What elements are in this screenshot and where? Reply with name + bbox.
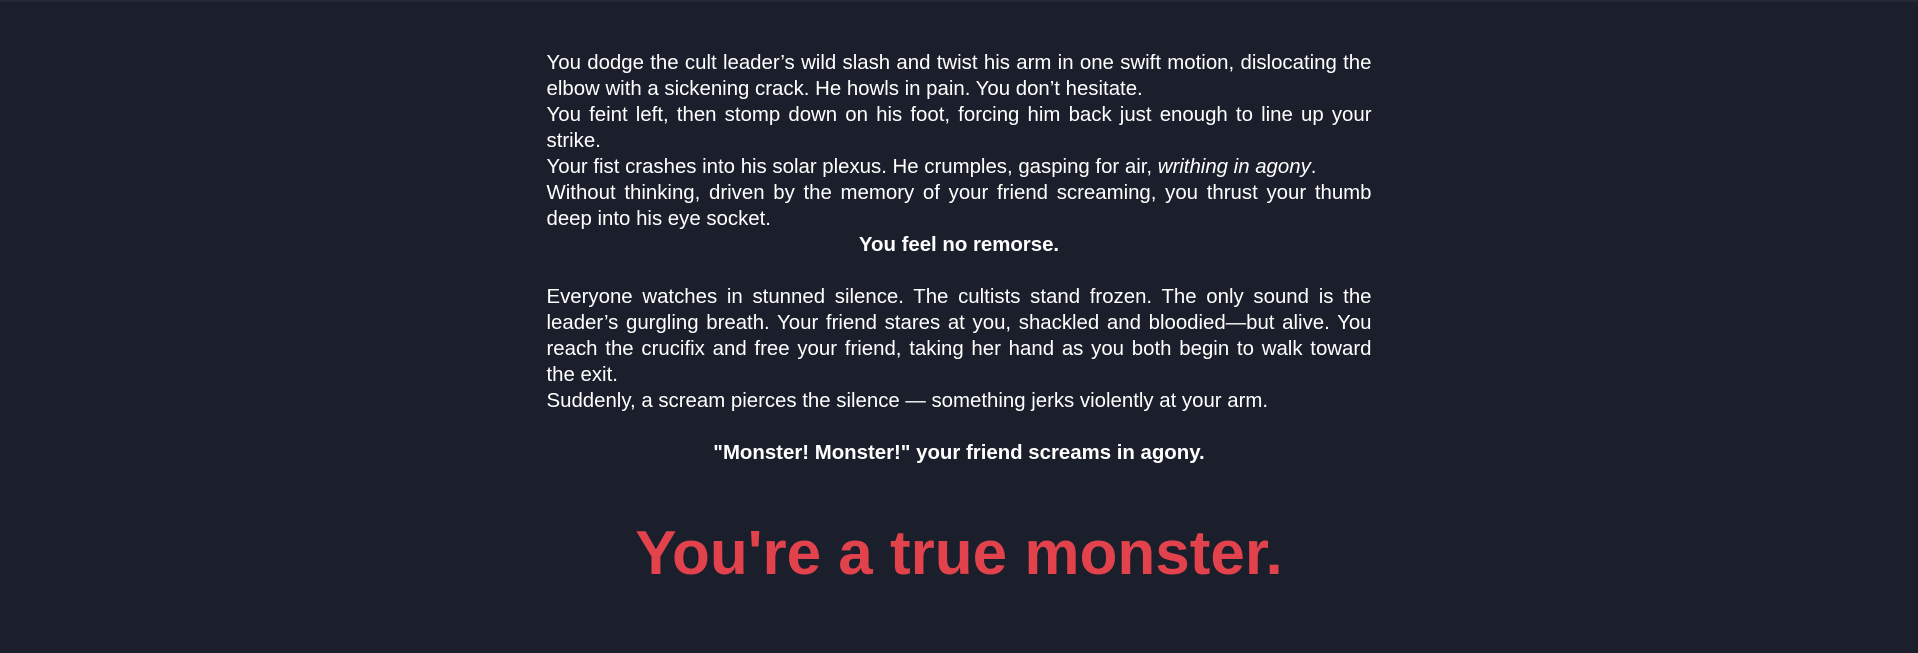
- story-paragraph-3-emphasis: writhing in agony: [1157, 156, 1311, 178]
- story-paragraph-3-end: .: [1310, 156, 1317, 178]
- paragraph-gap-2: [547, 414, 1372, 440]
- story-paragraph-6: Suddenly, a scream pierces the silence —…: [546, 390, 1269, 412]
- friend-scream-line: "Monster! Monster!" your friend screams …: [713, 442, 1205, 464]
- story-paragraph-3: Your fist crashes into his solar plexus.…: [547, 154, 1372, 180]
- story-paragraph-3-start: Your fist crashes into his solar plexus.…: [546, 156, 1158, 178]
- story-paragraph-1: You dodge the cult leader’s wild slash a…: [546, 52, 1372, 100]
- story-paragraph-4: Without thinking, driven by the memory o…: [546, 182, 1372, 230]
- story-paragraph-2: You feint left, then stomp down on his f…: [546, 104, 1372, 152]
- no-remorse-line: You feel no remorse.: [858, 234, 1060, 256]
- story-paragraph-5: Everyone watches in stunned silence. The…: [546, 286, 1372, 386]
- ending-title: You're a true monster.: [635, 519, 1283, 588]
- story-container: You dodge the cult leader’s wild slash a…: [547, 2, 1372, 590]
